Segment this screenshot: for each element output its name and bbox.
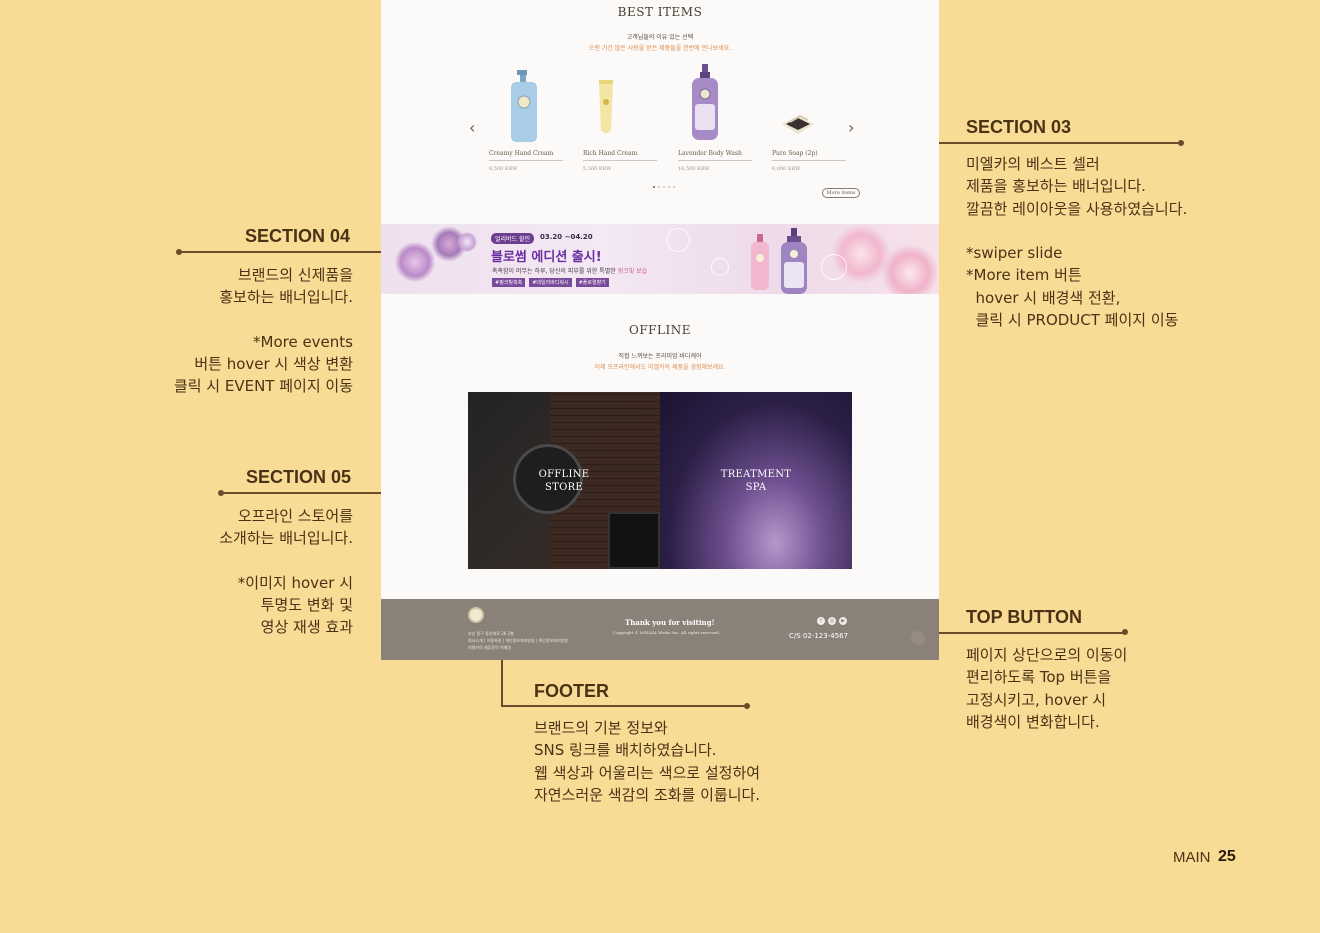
event-description-highlight: 핑크빛 보습 [617,268,648,275]
event-date: 03.20 ~04.20 [540,233,593,241]
rich-hand-cream-tube-image [583,64,657,144]
event-badge: 얼리버드 할인 [491,233,535,244]
product-price: 5,500 KRW [583,166,612,172]
section04-description: 브랜드의 신제품을 홍보하는 배너입니다. *More events 버튼 ho… [173,266,353,396]
product-card[interactable]: Lavender Body Wash 16,500 KRW [678,64,752,172]
event-banner[interactable]: 얼리버드 할인 03.20 ~04.20 블로썸 에디션 출시! 촉촉함이 머무… [381,224,939,294]
lavender-body-wash-bottle-image [678,64,752,144]
slide-pagination[interactable] [653,186,675,188]
footer-address-line: 부산 중구 중앙대로 26 2층 [468,631,514,636]
event-tag: #핑크빛촉촉 [492,278,526,287]
event-description: 촉촉함이 머무는 하루, 당신의 피부를 위한 특별한 핑크빛 보습 [492,266,647,275]
footer-address: 부산 중구 중앙대로 26 2층 회사소개 | 이용약관 | 개인정보처리방침 … [468,630,588,651]
offline-store-label-line1: OFFLINE [538,469,590,480]
pagination-dot[interactable] [653,186,655,188]
pure-soap-image [772,64,846,144]
best-items-subtitle: 고객님들의 이유 있는 선택 [626,34,694,41]
treatment-spa-label-line2: SPA [745,482,767,493]
product-card[interactable]: Rich Hand Cream 5,500 KRW [583,64,657,172]
footer-connector-vertical [501,660,503,707]
facebook-icon[interactable]: f [817,617,825,625]
pagination-dot[interactable] [673,186,675,188]
product-card[interactable]: Creamy Hand Cream 8,500 KRW [489,64,563,172]
website-preview: BEST ITEMS 고객님들의 이유 있는 선택 오랜 기간 많은 사랑을 받… [381,0,939,660]
site-footer: 부산 중구 중앙대로 26 2층 회사소개 | 이용약관 | 개인정보처리방침 … [381,599,939,660]
event-title: 블로썸 에디션 출시! [491,250,602,265]
product-name: Pure Soap (2p) [772,150,846,161]
slide-next-arrow-icon[interactable]: › [848,118,854,137]
offline-title: OFFLINE [629,323,691,337]
product-price: 6,000 KRW [772,166,801,172]
section03-title: SECTION 03 [966,117,1072,137]
store-window-image [608,512,660,569]
footer-links-line[interactable]: 회사소개 | 이용약관 | 개인정보처리방침 | 개인정보처리방침 [468,637,588,644]
best-items-description: 오랜 기간 많은 사랑을 받은 제품들을 한번에 만나보세요. [588,45,732,52]
footer-copyright: Copyright © MIELKA Works Inc. All rights… [613,630,720,635]
flower-decoration [457,232,477,252]
event-description-text: 촉촉함이 머무는 하루, 당신의 피부를 위한 특별한 [492,268,616,275]
section04-connector-dot [176,249,182,255]
more-items-button[interactable]: More items [822,188,860,198]
product-name: Creamy Hand Cream [489,150,563,161]
flower-decoration [881,244,939,294]
section05-title: SECTION 05 [246,467,352,487]
slide-prev-arrow-icon[interactable]: ‹ [469,118,475,137]
product-price: 8,500 KRW [489,166,518,172]
offline-description: 이제 오프라인에서도 미엘카의 제품을 경험해보세요. [594,364,726,371]
footer-email-line: 미엘카의 제휴문의 이메일 [468,645,512,650]
best-items-title: BEST ITEMS [617,5,703,19]
footer-description: 브랜드의 기본 정보와 SNS 링크를 배치하였습니다. 웹 색상과 어울리는 … [534,719,761,804]
event-tag: #플로럴향기 [575,278,609,287]
product-name: Lavender Body Wash [678,150,752,161]
event-tag: #데일리바디워시 [529,278,572,287]
product-name: Rich Hand Cream [583,150,657,161]
bubble-decoration [666,228,690,252]
section03-connector [939,142,1181,144]
offline-subtitle: 직접 느껴보는 프리미엄 바디케어 [618,353,702,360]
top-button-description: 페이지 상단으로의 이동이 편리하도록 Top 버튼을 고정시키고, hover… [966,646,1128,731]
footer-connector-dot [744,703,750,709]
youtube-icon[interactable]: ▶ [839,617,847,625]
pagination-dot[interactable] [668,186,670,188]
footer-thanks: Thank you for visiting! [625,618,715,627]
bubble-decoration [711,258,729,276]
brand-logo-icon[interactable] [468,607,484,623]
treatment-spa-label-line1: TREATMENT [720,469,792,480]
section03-description: 미엘카의 베스트 셀러 제품을 홍보하는 배너입니다. 깔끔한 레이아웃을 사용… [966,155,1188,330]
footer-title: FOOTER [534,681,609,701]
section04-connector [179,251,381,253]
product-price: 16,500 KRW [678,166,710,172]
instagram-icon[interactable]: ◎ [828,617,836,625]
pagination-dot[interactable] [658,186,660,188]
page-number: 25 [1218,848,1236,865]
blossom-bottles-image [751,228,807,294]
treatment-spa-label: TREATMENT SPA [660,468,852,494]
treatment-spa-card[interactable]: TREATMENT SPA [660,392,852,569]
section04-title: SECTION 04 [245,226,351,246]
flower-decoration [395,242,435,282]
offline-store-label-line2: STORE [544,482,584,493]
page-label: MAIN [1173,849,1211,866]
footer-connector [501,705,747,707]
top-button[interactable] [911,631,925,645]
product-card[interactable]: Pure Soap (2p) 6,000 KRW [772,64,846,172]
top-button-connector [939,632,1125,634]
section05-description: 오프라인 스토어를 소개하는 배너입니다. *이미지 hover 시 투명도 변… [219,507,353,637]
pagination-dot[interactable] [663,186,665,188]
footer-cs-phone: C/S 02-123-4567 [789,632,849,640]
top-button-connector-dot [1122,629,1128,635]
offline-store-label: OFFLINE STORE [468,468,660,494]
section03-connector-dot [1178,140,1184,146]
section05-connector [221,492,381,494]
section05-connector-dot [218,490,224,496]
top-button-title: TOP BUTTON [966,607,1083,627]
hand-cream-bottle-image [489,64,563,144]
event-tags: #핑크빛촉촉 #데일리바디워시 #플로럴향기 [492,278,609,287]
offline-store-card[interactable]: OFFLINE STORE [468,392,660,569]
